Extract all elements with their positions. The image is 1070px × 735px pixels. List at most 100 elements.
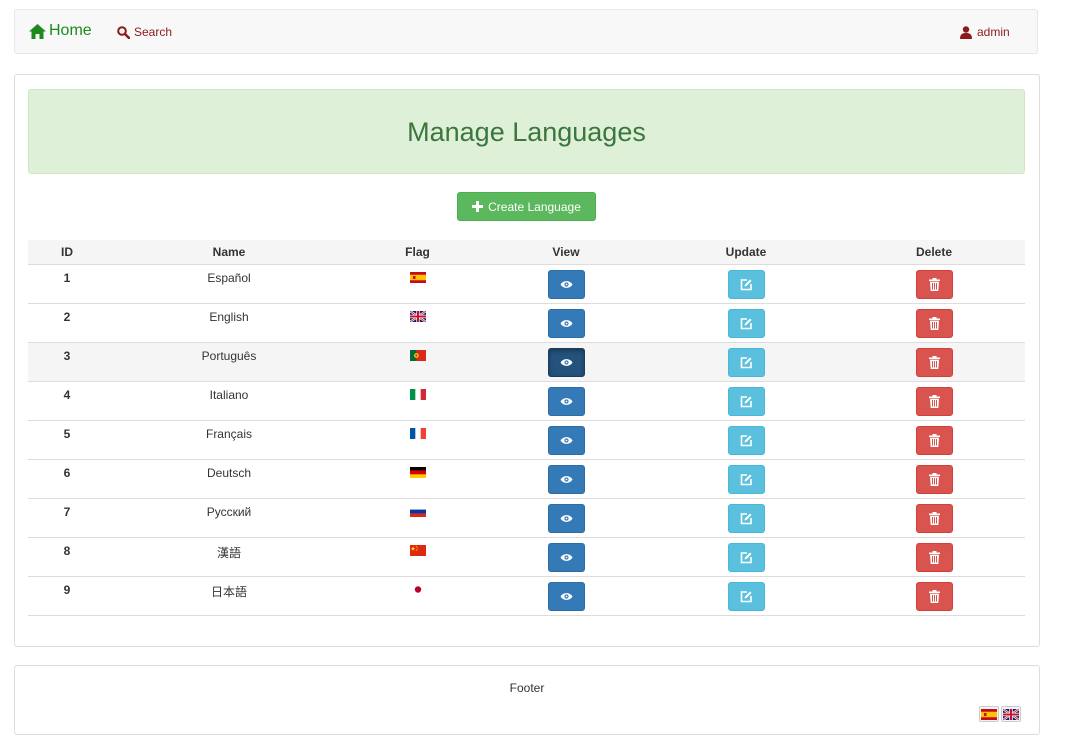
table-row: 8 漢語 xyxy=(28,537,1025,577)
trash-icon xyxy=(928,551,940,564)
eye-icon xyxy=(560,514,573,523)
delete-cell xyxy=(843,537,1025,577)
delete-cell xyxy=(843,459,1025,499)
language-name-cell: Português xyxy=(106,342,352,382)
update-button[interactable] xyxy=(727,348,765,377)
home-link[interactable]: Home xyxy=(29,22,92,40)
create-language-button[interactable]: Create Language xyxy=(457,192,596,221)
top-navbar: Home Search admin xyxy=(14,9,1038,54)
update-button[interactable] xyxy=(727,582,765,611)
delete-button[interactable] xyxy=(915,387,953,416)
language-name: Português xyxy=(201,349,257,363)
language-name-cell: Deutsch xyxy=(106,459,352,499)
eye-icon xyxy=(560,319,573,328)
view-button[interactable] xyxy=(547,465,585,494)
language-id-cell: 6 xyxy=(28,459,106,499)
language-id: 7 xyxy=(63,505,71,519)
main-panel: Manage Languages Create Language ID Name… xyxy=(14,74,1040,647)
delete-cell xyxy=(843,381,1025,421)
edit-icon xyxy=(740,317,752,330)
delete-button[interactable] xyxy=(915,582,953,611)
column-header-view: View xyxy=(483,240,649,265)
eye-icon xyxy=(560,358,573,367)
column-header-id[interactable]: ID xyxy=(28,240,106,265)
home-icon xyxy=(29,23,46,39)
language-id-cell: 4 xyxy=(28,381,106,421)
view-button[interactable] xyxy=(547,504,585,533)
switch-language-es[interactable] xyxy=(979,706,999,722)
update-button[interactable] xyxy=(727,270,765,299)
view-cell xyxy=(483,303,649,343)
delete-button[interactable] xyxy=(915,504,953,533)
view-cell xyxy=(483,537,649,577)
title-banner: Manage Languages xyxy=(28,89,1025,174)
jp-flag-icon xyxy=(414,586,421,593)
trash-icon xyxy=(928,434,940,447)
language-flag-cell xyxy=(352,420,483,460)
view-cell xyxy=(483,576,649,616)
view-button[interactable] xyxy=(547,387,585,416)
language-name-cell: English xyxy=(106,303,352,343)
de-flag-icon xyxy=(409,467,426,478)
view-cell xyxy=(483,420,649,460)
language-flag-cell xyxy=(352,342,483,382)
update-button[interactable] xyxy=(727,504,765,533)
column-header-flag: Flag xyxy=(352,240,483,265)
delete-button[interactable] xyxy=(915,543,953,572)
view-cell xyxy=(483,498,649,538)
search-icon xyxy=(117,25,130,39)
table-row: 2 English xyxy=(28,303,1025,343)
view-button[interactable] xyxy=(547,270,585,299)
update-cell xyxy=(649,381,843,421)
language-name: Deutsch xyxy=(206,466,252,480)
language-name: 日本語 xyxy=(210,585,247,599)
update-button[interactable] xyxy=(727,309,765,338)
view-button[interactable] xyxy=(547,348,585,377)
language-flag-cell xyxy=(352,576,483,616)
table-row: 3 Português xyxy=(28,342,1025,382)
delete-button[interactable] xyxy=(915,465,953,494)
table-header-row: ID Name Flag View Update Delete xyxy=(28,240,1025,265)
eye-icon xyxy=(560,397,573,406)
language-id: 8 xyxy=(63,544,71,558)
view-button[interactable] xyxy=(547,426,585,455)
update-cell xyxy=(649,303,843,343)
language-flag-cell xyxy=(352,498,483,538)
language-id-cell: 8 xyxy=(28,537,106,577)
trash-icon xyxy=(928,278,940,291)
view-button[interactable] xyxy=(547,543,585,572)
delete-cell xyxy=(843,420,1025,460)
delete-cell xyxy=(843,498,1025,538)
language-name-cell: Español xyxy=(106,264,352,304)
table-row: 6 Deutsch xyxy=(28,459,1025,499)
edit-icon xyxy=(740,551,752,564)
language-name: Español xyxy=(207,271,251,285)
update-button[interactable] xyxy=(727,426,765,455)
delete-button[interactable] xyxy=(915,270,953,299)
language-id: 4 xyxy=(63,388,71,402)
view-button[interactable] xyxy=(547,309,585,338)
ru-flag-icon xyxy=(409,506,426,517)
language-flag-cell xyxy=(352,537,483,577)
language-name-cell: Русский xyxy=(106,498,352,538)
footer: Footer xyxy=(14,665,1040,735)
column-header-name[interactable]: Name xyxy=(106,240,352,265)
delete-cell xyxy=(843,264,1025,304)
view-button[interactable] xyxy=(547,582,585,611)
update-button[interactable] xyxy=(727,387,765,416)
table-row: 9 日本語 xyxy=(28,576,1025,616)
delete-button[interactable] xyxy=(915,426,953,455)
language-id: 1 xyxy=(63,271,71,285)
user-menu[interactable]: admin xyxy=(960,25,1010,39)
delete-button[interactable] xyxy=(915,309,953,338)
update-button[interactable] xyxy=(727,543,765,572)
language-name: Italiano xyxy=(209,388,249,402)
it-flag-icon xyxy=(409,389,426,400)
create-language-label: Create Language xyxy=(488,199,581,214)
search-link[interactable]: Search xyxy=(117,25,172,39)
delete-button[interactable] xyxy=(915,348,953,377)
language-name-cell: 漢語 xyxy=(106,537,352,577)
update-button[interactable] xyxy=(727,465,765,494)
update-cell xyxy=(649,498,843,538)
switch-language-en[interactable] xyxy=(1001,706,1021,722)
